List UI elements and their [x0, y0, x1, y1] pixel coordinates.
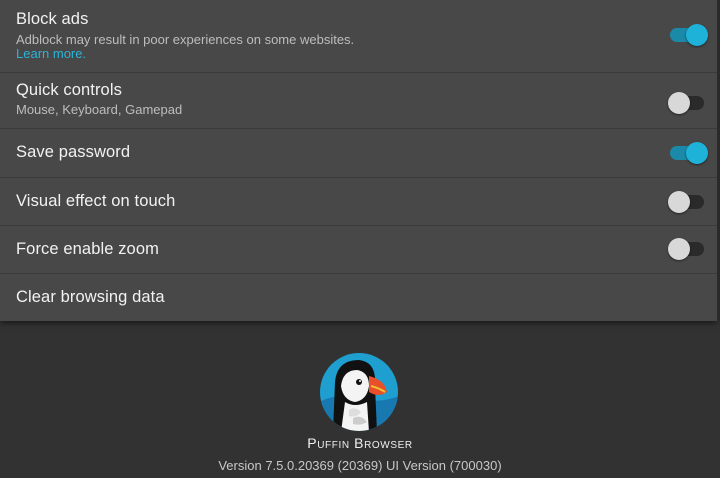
save-password-toggle[interactable] — [668, 141, 708, 164]
block-ads-title: Block ads — [16, 10, 89, 28]
toggle-thumb — [686, 142, 708, 164]
clear-data-title: Clear browsing data — [16, 288, 165, 306]
force-zoom-title: Force enable zoom — [16, 240, 159, 258]
save-password-title: Save password — [16, 143, 131, 161]
settings-panel: Block ads Adblock may result in poor exp… — [0, 0, 717, 321]
setting-row-clear-data[interactable]: Clear browsing data — [0, 274, 717, 321]
setting-row-quick-controls[interactable]: Quick controls Mouse, Keyboard, Gamepad — [0, 73, 717, 129]
setting-row-block-ads[interactable]: Block ads Adblock may result in poor exp… — [0, 0, 717, 73]
visual-effect-toggle[interactable] — [668, 190, 708, 213]
learn-more-link[interactable]: Learn more. — [16, 46, 86, 61]
puffin-logo-icon — [320, 353, 398, 431]
setting-row-force-zoom[interactable]: Force enable zoom — [0, 226, 717, 274]
version-text: Version 7.5.0.20369 (20369) UI Version (… — [218, 458, 502, 473]
quick-controls-toggle[interactable] — [668, 91, 708, 114]
quick-controls-title: Quick controls — [16, 81, 122, 99]
app-name: Puffin Browser — [307, 435, 413, 451]
setting-row-save-password[interactable]: Save password — [0, 129, 717, 178]
force-zoom-toggle[interactable] — [668, 237, 708, 260]
toggle-thumb — [668, 238, 690, 260]
block-ads-toggle[interactable] — [668, 23, 708, 46]
visual-effect-title: Visual effect on touch — [16, 192, 176, 210]
quick-controls-subtitle: Mouse, Keyboard, Gamepad — [16, 102, 183, 117]
toggle-thumb — [668, 191, 690, 213]
toggle-thumb — [686, 24, 708, 46]
setting-row-visual-effect[interactable]: Visual effect on touch — [0, 178, 717, 226]
block-ads-subtitle: Adblock may result in poor experiences o… — [16, 32, 355, 47]
toggle-thumb — [668, 92, 690, 114]
